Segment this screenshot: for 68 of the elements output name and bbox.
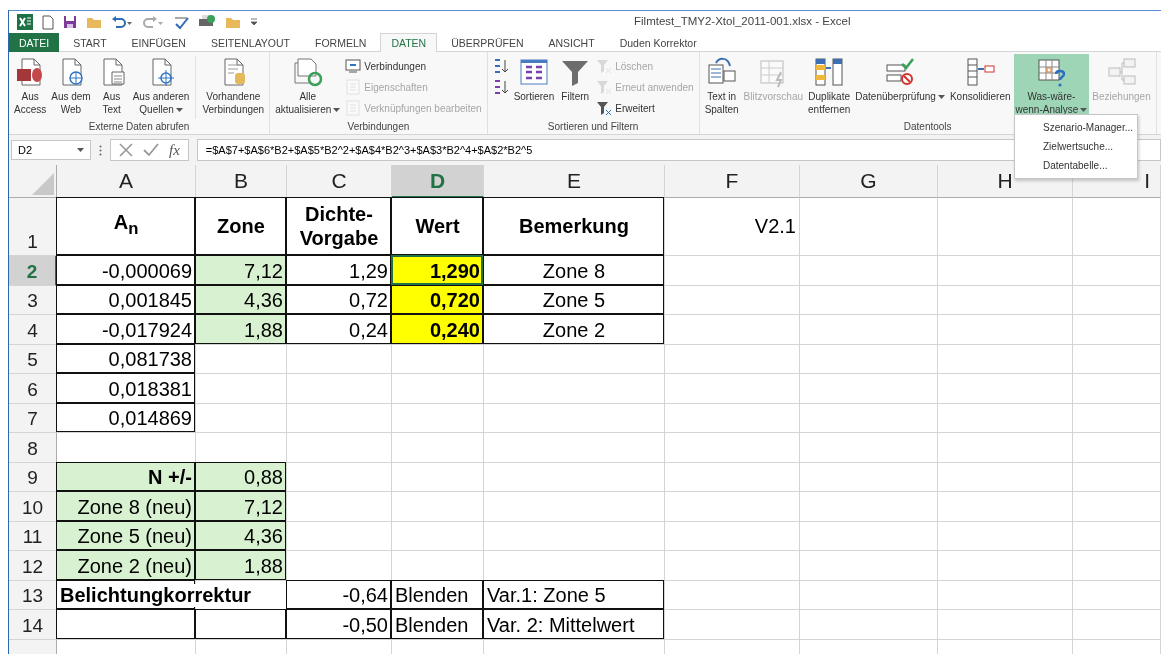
row-header[interactable]: 7	[9, 403, 57, 433]
row-header[interactable]: 6	[9, 374, 57, 404]
cell-text: Zone 8 (neu)	[77, 495, 192, 519]
cell-text: 1,88	[244, 318, 283, 342]
cell-text: 1,290	[429, 259, 480, 283]
cell-text: 4,36	[244, 289, 283, 312]
row-header[interactable]: 3	[9, 285, 57, 315]
row-header[interactable]: 1	[9, 198, 57, 256]
column-header[interactable]: E	[484, 165, 665, 198]
ribbon-button[interactable]: Filtern	[557, 54, 594, 120]
ribbon-button[interactable]: Aus Access	[12, 54, 49, 120]
ribbon-button[interactable]: Alle aktualisieren	[273, 54, 343, 120]
column-header[interactable]: D	[392, 165, 484, 198]
row-header[interactable]: 2	[9, 256, 57, 286]
ribbon-button[interactable]: Text in Spalten	[702, 54, 741, 120]
cell-text: N +/-	[148, 466, 192, 489]
ribbon-tab[interactable]: DATEN	[380, 33, 438, 52]
row-header[interactable]: 13	[9, 580, 57, 610]
cell-text: 7,12	[244, 259, 283, 283]
cell-text: Zone 2 (neu)	[77, 554, 192, 578]
row-header[interactable]: 5	[9, 344, 57, 374]
cell-text: 0,240	[429, 318, 480, 342]
cell-text: 7,12	[244, 495, 283, 519]
ribbon-button[interactable]: Duplikate entfernen	[806, 54, 853, 120]
ribbon-tab[interactable]: ÜBERPRÜFEN	[440, 33, 535, 52]
ribbon-button[interactable]: Verbindungen	[343, 56, 484, 76]
row-header[interactable]: 9	[9, 462, 57, 492]
cell-text: Belichtungkorrektur	[60, 584, 252, 607]
ribbon-button[interactable]: Aus dem Web	[49, 54, 93, 120]
menu-item[interactable]: Szenario-Manager...	[1015, 118, 1137, 137]
name-box[interactable]: D2	[11, 140, 91, 160]
ribbon-tab[interactable]: ANSICHT	[537, 33, 606, 52]
window-title: Filmtest_TMY2-Xtol_2011-001.xlsx - Excel	[634, 15, 851, 27]
ribbon-button[interactable]: Vorhandene Verbindungen	[200, 54, 267, 120]
cell-text: Zone 5 (neu)	[77, 525, 192, 548]
ribbon-tab[interactable]: START	[62, 33, 118, 52]
column-header[interactable]: F	[665, 165, 800, 198]
group-label: Verbindungen	[347, 121, 410, 134]
insert-function-button[interactable]: fx	[169, 141, 180, 159]
cell-text: 0,88	[244, 466, 283, 489]
ribbon-tab[interactable]: Duden Korrektor	[608, 33, 708, 52]
ribbon-button[interactable]: Datenüberprüfung	[853, 54, 947, 120]
ribbon-button[interactable]: Aus Text	[93, 54, 130, 120]
row-header[interactable]: 12	[9, 551, 57, 581]
menu-item[interactable]: Zielwertsuche...	[1015, 137, 1137, 156]
ribbon-tab[interactable]: SEITENLAYOUT	[199, 33, 302, 52]
row-header[interactable]: 8	[9, 433, 57, 463]
column-header[interactable]: B	[196, 165, 287, 198]
row-header[interactable]: 11	[9, 521, 57, 551]
cell-text: 1,88	[244, 554, 283, 578]
column-header[interactable]: C	[287, 165, 392, 198]
ribbon-button[interactable]: Konsolidieren	[947, 54, 1013, 120]
ribbon-button[interactable]: Erweitert	[594, 98, 696, 118]
group-label: Sortieren und Filtern	[547, 121, 639, 134]
ribbon-button[interactable]: Aus anderen Quellen	[130, 54, 192, 120]
file-tab[interactable]: DATEI	[9, 33, 60, 52]
ribbon-button[interactable]: Sortieren	[511, 54, 557, 120]
cell-text: 0,720	[429, 289, 480, 312]
row-header[interactable]: 4	[9, 315, 57, 345]
ribbon-tab[interactable]: FORMELN	[304, 33, 378, 52]
group-label: Datentools	[903, 121, 952, 134]
ribbon-tab[interactable]: EINFÜGEN	[120, 33, 197, 52]
column-header[interactable]: A	[57, 165, 196, 198]
row-header[interactable]: 14	[9, 610, 57, 640]
group-label: Externe Daten abrufen	[88, 121, 190, 134]
cell-text: 4,36	[244, 525, 283, 548]
row-header[interactable]: 10	[9, 492, 57, 522]
column-header[interactable]: G	[800, 165, 938, 198]
